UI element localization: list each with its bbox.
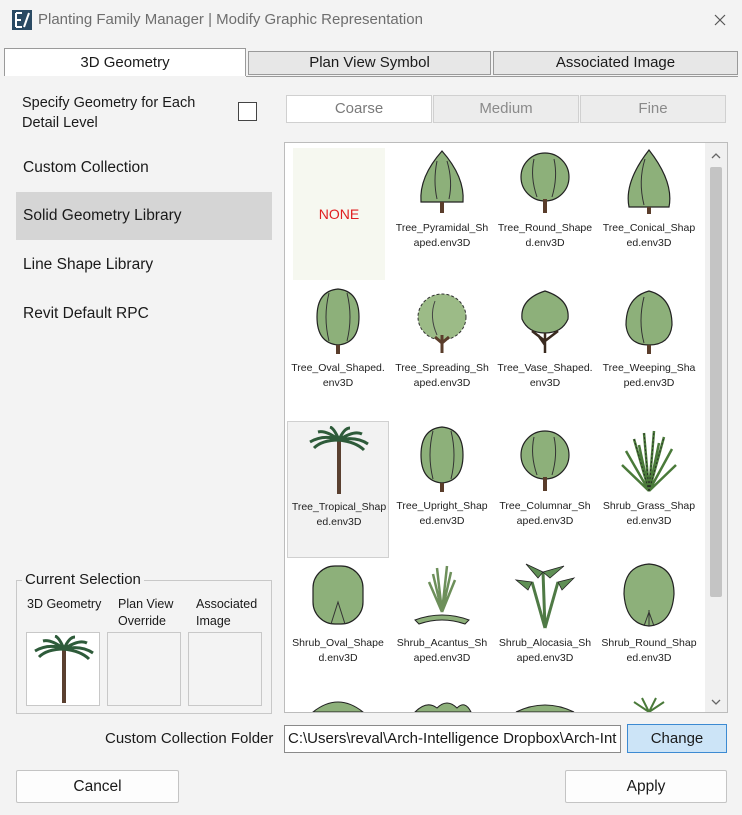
gallery-item[interactable]: Shrub_Oval_Shaped.env3D [287, 558, 389, 695]
gallery-item-label: Tree_Round_Shaped.env3D [497, 222, 593, 249]
gallery-item-label: Tree_Oval_Shaped.env3D [291, 362, 385, 389]
gallery-item-label: Tree_Upright_Shaped.env3D [396, 500, 488, 527]
gallery-item[interactable]: Tree_Oval_Shaped.env3D [287, 283, 389, 420]
sidebar-item-line-shape-library[interactable]: Line Shape Library [16, 241, 272, 289]
weeping-tree-icon [614, 287, 684, 357]
gallery-item[interactable]: Tree_Weeping_Shaped.env3D [598, 283, 700, 420]
gallery-scrollbar[interactable] [705, 143, 727, 712]
pyramidal-tree-icon [407, 147, 477, 217]
tab-fine[interactable]: Fine [580, 95, 726, 123]
acantus-shrub-icon [407, 562, 477, 632]
scrollbar-thumb[interactable] [710, 167, 722, 597]
gallery-item-label: Tree_Columnar_Shaped.env3D [499, 500, 591, 527]
gallery-item-label: Shrub_Round_Shaped.env3D [601, 637, 697, 664]
gallery-item[interactable]: Tree_Spreading_Shaped.env3D [391, 283, 493, 420]
columnar-tree-icon [510, 425, 580, 495]
cancel-button[interactable]: Cancel [16, 770, 179, 803]
spreading-tree-icon [407, 287, 477, 357]
close-icon [714, 14, 726, 26]
current-geometry-preview [26, 632, 100, 706]
current-geometry-label: 3D Geometry [27, 597, 102, 611]
partial-shrub-icon [312, 701, 364, 712]
current-plan-view-label: Plan View Override [118, 597, 174, 628]
gallery-item-label: Tree_Conical_Shaped.env3D [602, 222, 696, 249]
palm-tree-icon [304, 426, 374, 496]
tab-medium[interactable]: Medium [433, 95, 579, 123]
gallery-item[interactable]: Shrub_Grass_Shaped.env3D [598, 421, 700, 558]
current-image-label: Associated Image [196, 597, 258, 628]
current-selection-legend: Current Selection [22, 571, 144, 588]
partial-shrub-icon [633, 697, 665, 712]
gallery-item[interactable]: Tree_Columnar_Shaped.env3D [494, 421, 596, 558]
palm-tree-icon [29, 635, 99, 705]
partial-shrub-icon [414, 702, 472, 712]
specify-geometry-checkbox[interactable] [238, 102, 257, 121]
gallery-item[interactable]: Shrub_Alocasia_Shaped.env3D [494, 558, 596, 695]
gallery-item-label: Shrub_Acantus_Shaped.env3D [396, 637, 488, 664]
gallery-item[interactable]: Tree_Pyramidal_Shaped.env3D [391, 143, 493, 280]
gallery-item[interactable]: Tree_Vase_Shaped.env3D [494, 283, 596, 420]
gallery-item-selected[interactable]: Tree_Tropical_Shaped.env3D [287, 421, 389, 558]
chevron-down-icon[interactable] [709, 695, 723, 709]
sidebar-item-custom-collection[interactable]: Custom Collection [16, 144, 272, 192]
detail-level-tabs: Coarse Medium Fine [286, 95, 726, 123]
vase-tree-icon [510, 287, 580, 357]
conical-tree-icon [614, 147, 684, 217]
oval-tree-icon [303, 287, 373, 357]
custom-collection-folder-label: Custom Collection Folder [105, 730, 274, 747]
tab-3d-geometry[interactable]: 3D Geometry [4, 48, 246, 76]
gallery-item-label: Tree_Vase_Shaped.env3D [497, 362, 593, 389]
round-tree-icon [510, 147, 580, 217]
gallery-item[interactable]: Tree_Upright_Shaped.env3D [391, 421, 493, 558]
close-button[interactable] [704, 6, 736, 34]
gallery-item-label: Tree_Tropical_Shaped.env3D [291, 501, 387, 528]
gallery-item[interactable]: Tree_Conical_Shaped.env3D [598, 143, 700, 280]
gallery-item[interactable]: Shrub_Acantus_Shaped.env3D [391, 558, 493, 695]
chevron-up-icon[interactable] [709, 149, 723, 163]
sidebar-item-solid-geometry-library[interactable]: Solid Geometry Library [16, 192, 272, 240]
grass-shrub-icon [614, 425, 684, 495]
specify-geometry-label: Specify Geometry for Each Detail Level [22, 95, 196, 131]
gallery-item-label: Shrub_Grass_Shaped.env3D [602, 500, 696, 527]
tab-plan-view-symbol[interactable]: Plan View Symbol [248, 51, 491, 75]
tab-associated-image[interactable]: Associated Image [493, 51, 738, 75]
main-tabs: 3D Geometry Plan View Symbol Associated … [0, 48, 742, 76]
gallery-item-label: Tree_Spreading_Shaped.env3D [395, 362, 489, 389]
none-label: NONE [293, 148, 385, 280]
sidebar-item-revit-default-rpc[interactable]: Revit Default RPC [16, 290, 272, 338]
tab-coarse[interactable]: Coarse [286, 95, 432, 123]
gallery-item-none[interactable]: NONE [287, 143, 389, 280]
gallery-item-label: Tree_Weeping_Shaped.env3D [602, 362, 696, 389]
gallery-item[interactable]: Shrub_Round_Shaped.env3D [598, 558, 700, 695]
gallery-item-label: Tree_Pyramidal_Shaped.env3D [395, 222, 489, 249]
custom-collection-folder-input[interactable]: C:\Users\reval\Arch-Intelligence Dropbox… [284, 725, 621, 753]
partial-shrub-icon [515, 704, 575, 712]
window-title: Planting Family Manager | Modify Graphic… [38, 11, 423, 28]
gallery-item-label: Shrub_Alocasia_Shaped.env3D [498, 637, 592, 664]
oval-shrub-icon [303, 562, 373, 632]
upright-tree-icon [407, 425, 477, 495]
current-image-preview [188, 632, 262, 706]
app-logo-icon [12, 10, 32, 30]
round-shrub-icon [614, 562, 684, 632]
change-button[interactable]: Change [627, 724, 727, 753]
gallery-item[interactable]: Tree_Round_Shaped.env3D [494, 143, 596, 280]
tab-divider [246, 76, 738, 77]
alocasia-shrub-icon [510, 562, 580, 632]
title-bar: Planting Family Manager | Modify Graphic… [0, 0, 742, 40]
gallery-item-label: Shrub_Oval_Shaped.env3D [292, 637, 384, 664]
current-plan-view-preview [107, 632, 181, 706]
geometry-gallery[interactable]: NONE Tree_Pyramidal_Shaped.env3D Tree_Ro… [284, 142, 728, 713]
apply-button[interactable]: Apply [565, 770, 727, 803]
